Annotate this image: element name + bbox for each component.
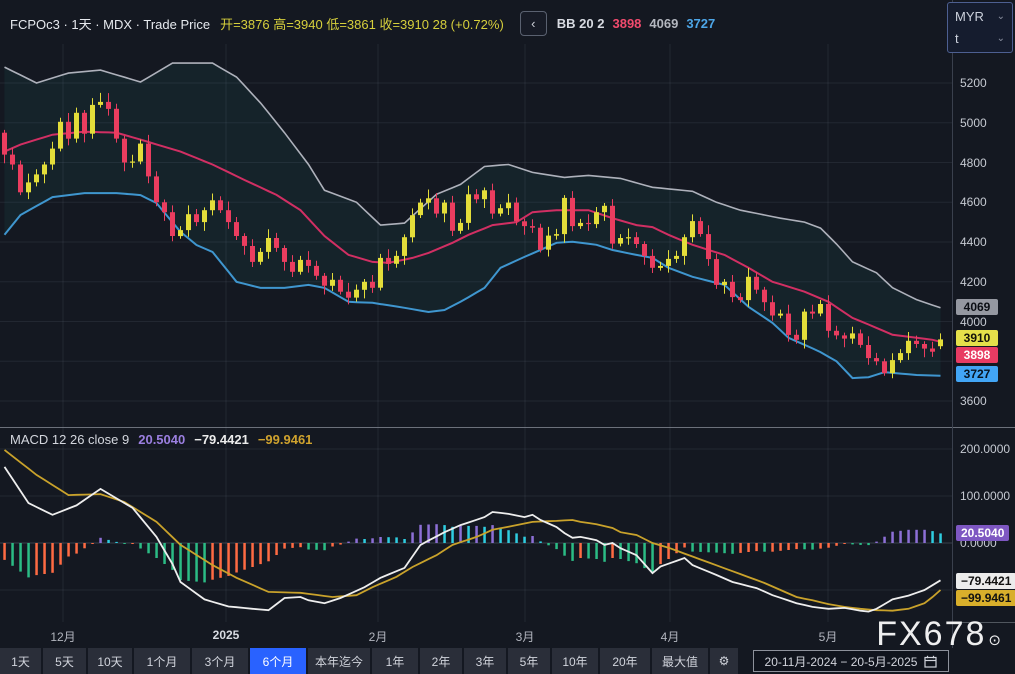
time-axis[interactable]: 12月 2025 2月 3月 4月 5月 [0, 622, 952, 648]
macd-line-value: −79.4421 [194, 432, 249, 447]
price-tick-label: 4800 [960, 156, 987, 170]
axis-price-badge: 4069 [956, 299, 998, 315]
range-button-10[interactable]: 3年 [464, 648, 508, 674]
axis-price-badge: 3727 [956, 366, 998, 382]
trading-chart-app: FCPOc3 · 1天 · MDX · Trade Price 开=3876 高… [0, 0, 1015, 674]
range-button-3[interactable]: 10天 [88, 648, 134, 674]
axis-price-badge: 20.5040 [956, 525, 1009, 541]
price-tick-label: 3600 [960, 394, 987, 408]
bb-lower-value: 3727 [686, 16, 715, 31]
chevron-down-icon: ⌄ [997, 33, 1005, 44]
bb-legend-label: BB 20 2 [557, 16, 605, 31]
macd-tick-label: 200.0000 [960, 442, 1010, 456]
time-axis-label: 3月 [516, 628, 535, 645]
axis-price-badge: −79.4421 [956, 573, 1015, 589]
axis-price-badge: 3898 [956, 347, 998, 363]
currency-dropdown[interactable]: MYR ⌄ [955, 9, 1005, 24]
time-axis-label: 12月 [50, 628, 75, 645]
macd-tick-label: 100.0000 [960, 489, 1010, 503]
price-axis[interactable]: 5200 5000 4800 4600 4400 4200 4000 3600 200.0000… [953, 0, 1015, 648]
calendar-icon [924, 655, 937, 668]
range-button-4[interactable]: 1个月 [134, 648, 192, 674]
bb-middle-value: 3898 [612, 16, 641, 31]
watermark-circle-icon: ⊙ [988, 631, 1003, 649]
macd-legend-label: MACD 12 26 close 9 [10, 432, 129, 447]
price-and-macd-chart[interactable] [0, 0, 952, 622]
bb-legend[interactable]: BB 20 2 3898 4069 3727 [557, 16, 715, 31]
range-button-12[interactable]: 10年 [552, 648, 600, 674]
chart-header: FCPOc3 · 1天 · MDX · Trade Price 开=3876 高… [10, 11, 715, 36]
time-axis-label: 2025 [213, 628, 240, 642]
unit-dropdown[interactable]: t ⌄ [955, 31, 1005, 46]
gear-icon[interactable]: ⚙ [710, 648, 740, 674]
fx678-watermark: FX678 ⊙ [876, 615, 1003, 654]
axis-border [952, 0, 953, 648]
range-button-14[interactable]: 最大值 [652, 648, 710, 674]
time-axis-label: 4月 [661, 628, 680, 645]
pane-separator[interactable] [0, 427, 1015, 428]
time-axis-label: 5月 [819, 628, 838, 645]
time-axis-label: 2月 [369, 628, 388, 645]
macd-signal-value: −99.9461 [258, 432, 313, 447]
range-button-8[interactable]: 1年 [372, 648, 420, 674]
range-button-7[interactable]: 本年迄今 [308, 648, 372, 674]
macd-hist-value: 20.5040 [138, 432, 185, 447]
range-button-2[interactable]: 5天 [43, 648, 88, 674]
date-range-text: 20-11月-2024 − 20-5月-2025 [765, 653, 918, 670]
ohlc-values: 开=3876 高=3940 低=3861 收=3910 28 (+0.72%) [220, 14, 504, 33]
symbol-title[interactable]: FCPOc3 · 1天 · MDX · Trade Price [10, 14, 210, 33]
range-button-13[interactable]: 20年 [600, 648, 652, 674]
chevron-down-icon: ⌄ [997, 11, 1005, 22]
currency-value: MYR [955, 9, 984, 24]
range-button-6[interactable]: 6个月 [250, 648, 308, 674]
range-button-9[interactable]: 2年 [420, 648, 464, 674]
watermark-text: FX678 [876, 615, 986, 654]
macd-legend[interactable]: MACD 12 26 close 9 20.5040 −79.4421 −99.… [10, 432, 312, 447]
bb-upper-value: 4069 [649, 16, 678, 31]
price-tick-label: 4000 [960, 315, 987, 329]
price-tick-label: 4200 [960, 275, 987, 289]
range-button-5[interactable]: 3个月 [192, 648, 250, 674]
price-tick-label: 4600 [960, 195, 987, 209]
price-tick-label: 5000 [960, 116, 987, 130]
currency-unit-selector: MYR ⌄ t ⌄ [947, 2, 1013, 53]
axis-price-badge: 3910 [956, 330, 998, 346]
range-button-11[interactable]: 5年 [508, 648, 552, 674]
axis-price-badge: −99.9461 [956, 590, 1015, 606]
price-tick-label: 4400 [960, 235, 987, 249]
unit-value: t [955, 31, 959, 46]
range-button-1[interactable]: 1天 [0, 648, 43, 674]
collapse-legend-button[interactable]: ‹ [520, 11, 547, 36]
price-tick-label: 5200 [960, 76, 987, 90]
